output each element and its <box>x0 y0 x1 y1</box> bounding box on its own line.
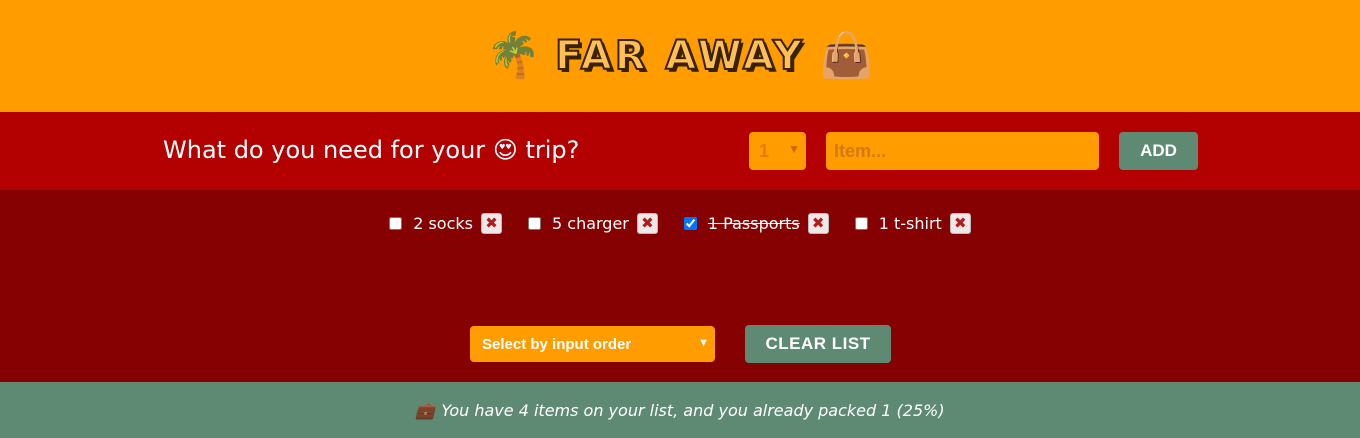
form-question: What do you need for your 😍 trip? <box>163 136 580 164</box>
add-item-form: What do you need for your 😍 trip? 1 ▼ AD… <box>0 112 1360 190</box>
delete-item-button[interactable]: ✖ <box>807 212 829 234</box>
item-input[interactable] <box>826 132 1099 170</box>
app-header: 🌴 FAR AWAY 👜 <box>0 0 1360 112</box>
heart-eyes-icon: 😍 <box>492 136 518 164</box>
packed-checkbox[interactable] <box>854 216 868 230</box>
chevron-down-icon: ▼ <box>788 142 800 156</box>
stats-footer: 💼 You have 4 items on your list, and you… <box>0 382 1360 438</box>
briefcase-icon: 💼 <box>415 400 436 420</box>
packing-list: 2 socks ✖ 5 charger ✖ 1 Passports ✖ 1 t-… <box>0 208 1360 238</box>
item-label: 1 t-shirt <box>878 213 942 233</box>
delete-item-button[interactable]: ✖ <box>636 212 658 234</box>
delete-item-button[interactable]: ✖ <box>949 212 971 234</box>
sort-select[interactable]: Select by input order ▼ <box>470 326 715 362</box>
packed-checkbox[interactable] <box>683 216 697 230</box>
list-item: 5 charger ✖ <box>528 212 658 234</box>
stats-text: You have 4 items on your list, and you a… <box>441 400 945 420</box>
add-button[interactable]: ADD <box>1119 132 1198 170</box>
packed-checkbox[interactable] <box>528 216 541 230</box>
delete-item-button[interactable]: ✖ <box>481 212 502 234</box>
item-label: 1 Passports <box>707 213 800 233</box>
item-label: 5 charger <box>552 213 629 233</box>
chevron-down-icon: ▼ <box>698 337 709 349</box>
list-item: 2 socks ✖ <box>389 212 502 234</box>
handbag-icon: 👜 <box>819 30 874 81</box>
app-title: FAR AWAY <box>554 32 805 80</box>
quantity-select[interactable]: 1 ▼ <box>749 132 806 170</box>
packed-checkbox[interactable] <box>389 216 403 230</box>
item-label: 2 socks <box>413 213 473 233</box>
palm-tree-icon: 🌴 <box>486 30 541 81</box>
clear-list-button[interactable]: CLEAR LIST <box>745 325 891 363</box>
list-item: 1 t-shirt ✖ <box>854 212 971 234</box>
list-item: 1 Passports ✖ <box>683 212 829 234</box>
